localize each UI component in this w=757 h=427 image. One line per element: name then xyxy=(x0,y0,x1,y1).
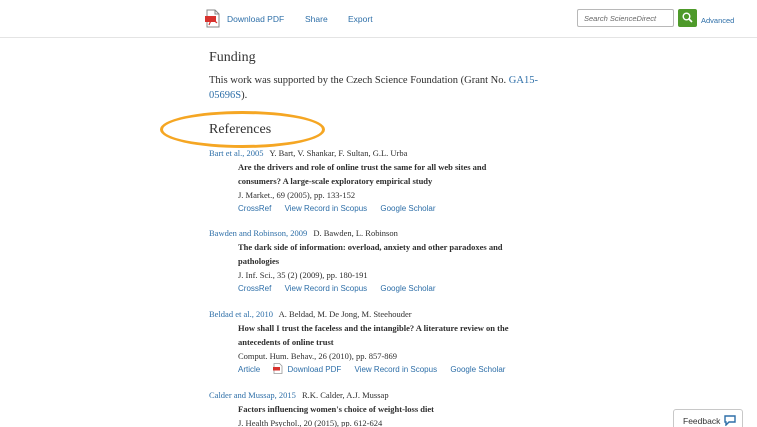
reference-authors: Y. Bart, V. Shankar, F. Sultan, G.L. Urb… xyxy=(269,148,408,158)
funding-text-end: ). xyxy=(241,90,248,101)
reference-title: pathologies xyxy=(238,256,280,266)
reference-authors: A. Beldad, M. De Jong, M. Steehouder xyxy=(278,309,412,319)
reference-title: Factors influencing women's choice of we… xyxy=(238,404,434,414)
feedback-label: Feedback xyxy=(683,416,721,426)
reference-title: Are the drivers and role of online trust… xyxy=(238,162,487,172)
reference-source: J. Health Psychol., 20 (2015), pp. 612-6… xyxy=(238,418,383,427)
references-heading: References xyxy=(209,122,272,137)
download-pdf-label: Download PDF xyxy=(287,365,342,374)
top-toolbar: Download PDF Share Export Advanced xyxy=(0,0,757,38)
speech-bubble-icon xyxy=(724,415,736,426)
reference-key[interactable]: Calder and Mussap, 2015 xyxy=(209,390,296,400)
reference-item: Calder and Mussap, 2015 R.K. Calder, A.J… xyxy=(209,388,559,427)
search-icon xyxy=(682,12,693,23)
reference-authors: R.K. Calder, A.J. Mussap xyxy=(302,390,389,400)
funding-text-body: This work was supported by the Czech Sci… xyxy=(209,75,507,86)
crossref-link[interactable]: CrossRef xyxy=(238,282,271,296)
reference-key[interactable]: Bawden and Robinson, 2009 xyxy=(209,228,307,238)
scopus-link[interactable]: View Record in Scopus xyxy=(285,202,368,216)
google-scholar-link[interactable]: Google Scholar xyxy=(380,282,435,296)
scopus-link[interactable]: View Record in Scopus xyxy=(285,282,368,296)
reference-source: J. Market., 69 (2005), pp. 133-152 xyxy=(238,190,356,200)
reference-source: J. Inf. Sci., 35 (2) (2009), pp. 180-191 xyxy=(238,270,368,280)
reference-item: Bart et al., 2005 Y. Bart, V. Shankar, F… xyxy=(209,146,559,216)
reference-source: Comput. Hum. Behav., 26 (2010), pp. 857-… xyxy=(238,351,398,361)
reference-title: antecedents of online trust xyxy=(238,337,334,347)
reference-title: How shall I trust the faceless and the i… xyxy=(238,323,509,333)
download-pdf-link[interactable]: Download PDF xyxy=(227,14,284,24)
reference-authors: D. Bawden, L. Robinson xyxy=(313,228,398,238)
reference-title: consumers? A large-scale exploratory emp… xyxy=(238,176,433,186)
search-button[interactable] xyxy=(678,9,697,27)
advanced-search-link[interactable]: Advanced xyxy=(701,16,734,25)
reference-key[interactable]: Bart et al., 2005 xyxy=(209,148,264,158)
google-scholar-link[interactable]: Google Scholar xyxy=(380,202,435,216)
reference-item: Beldad et al., 2010 A. Beldad, M. De Jon… xyxy=(209,307,569,377)
download-pdf-link[interactable]: Download PDF xyxy=(273,363,341,377)
reference-title: The dark side of information: overload, … xyxy=(238,242,503,252)
reference-item: Bawden and Robinson, 2009 D. Bawden, L. … xyxy=(209,226,559,296)
pdf-file-icon xyxy=(273,363,283,374)
crossref-link[interactable]: CrossRef xyxy=(238,202,271,216)
google-scholar-link[interactable]: Google Scholar xyxy=(450,363,505,377)
pdf-file-icon[interactable] xyxy=(205,9,221,28)
export-link[interactable]: Export xyxy=(348,14,373,24)
scopus-link[interactable]: View Record in Scopus xyxy=(355,363,438,377)
article-link[interactable]: Article xyxy=(238,363,260,377)
search-input[interactable] xyxy=(577,9,674,27)
share-link[interactable]: Share xyxy=(305,14,328,24)
reference-key[interactable]: Beldad et al., 2010 xyxy=(209,309,273,319)
funding-heading: Funding xyxy=(209,50,256,65)
funding-text: This work was supported by the Czech Sci… xyxy=(209,73,539,103)
feedback-button[interactable]: Feedback xyxy=(673,409,743,427)
